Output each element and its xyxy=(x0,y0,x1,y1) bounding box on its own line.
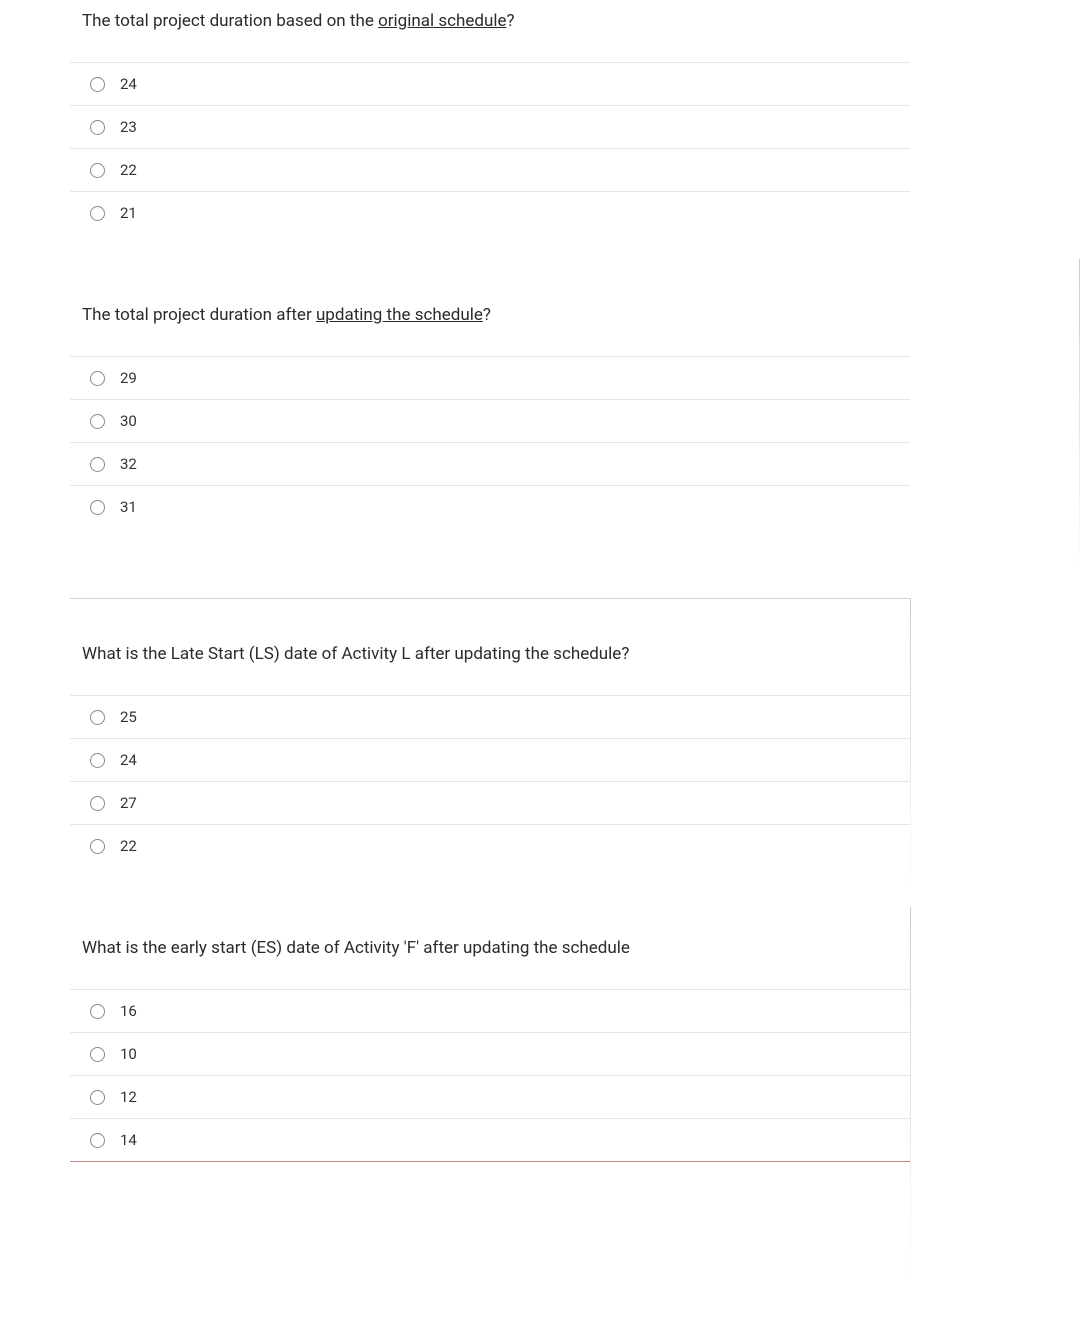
question-1-option-3[interactable]: 22 xyxy=(70,149,910,192)
question-2-options: 29 30 32 31 xyxy=(70,356,910,528)
option-label: 10 xyxy=(120,1045,137,1063)
question-4-option-1[interactable]: 16 xyxy=(70,990,910,1033)
option-label: 32 xyxy=(120,455,137,473)
question-3-prefix: What is the Late Start (LS) date of Acti… xyxy=(82,644,629,664)
question-1-prefix: The total project duration based on the xyxy=(82,11,378,31)
question-2-option-2[interactable]: 30 xyxy=(70,400,910,443)
question-2-suffix: ? xyxy=(483,305,491,325)
option-label: 22 xyxy=(120,161,137,179)
radio-icon xyxy=(90,1004,105,1019)
question-2-option-4[interactable]: 31 xyxy=(70,486,910,528)
divider-vertical xyxy=(910,907,911,1287)
radio-icon xyxy=(90,1090,105,1105)
option-label: 16 xyxy=(120,1002,137,1020)
option-label: 14 xyxy=(120,1131,137,1149)
radio-icon xyxy=(90,457,105,472)
option-label: 12 xyxy=(120,1088,137,1106)
divider-vertical xyxy=(910,598,911,898)
question-2-option-1[interactable]: 29 xyxy=(70,357,910,400)
question-1-option-2[interactable]: 23 xyxy=(70,106,910,149)
radio-icon xyxy=(90,710,105,725)
question-3-option-4[interactable]: 22 xyxy=(70,825,910,867)
question-1-underline: original schedule xyxy=(378,11,506,31)
radio-icon xyxy=(90,77,105,92)
option-label: 29 xyxy=(120,369,137,387)
radio-icon xyxy=(90,796,105,811)
question-2-prefix: The total project duration after xyxy=(82,305,316,325)
option-label: 25 xyxy=(120,708,137,726)
question-3-option-1[interactable]: 25 xyxy=(70,696,910,739)
radio-icon xyxy=(90,839,105,854)
question-1-text: The total project duration based on the … xyxy=(82,10,910,32)
radio-icon xyxy=(90,371,105,386)
option-label: 24 xyxy=(120,75,137,93)
question-1-options: 24 23 22 21 xyxy=(70,62,910,234)
option-label: 31 xyxy=(120,498,137,516)
question-3: What is the Late Start (LS) date of Acti… xyxy=(70,598,910,867)
question-2-underline: updating the schedule xyxy=(316,305,483,325)
question-3-options: 25 24 27 22 xyxy=(70,695,910,867)
question-1: The total project duration based on the … xyxy=(70,0,910,234)
question-4-prefix: What is the early start (ES) date of Act… xyxy=(82,938,630,958)
question-4-options: 16 10 12 14 xyxy=(70,989,910,1162)
option-label: 27 xyxy=(120,794,137,812)
radio-icon xyxy=(90,163,105,178)
option-label: 24 xyxy=(120,751,137,769)
radio-icon xyxy=(90,120,105,135)
question-4-option-4[interactable]: 14 xyxy=(70,1119,910,1162)
option-label: 30 xyxy=(120,412,137,430)
radio-icon xyxy=(90,206,105,221)
question-3-option-3[interactable]: 27 xyxy=(70,782,910,825)
option-label: 22 xyxy=(120,837,137,855)
question-4-option-2[interactable]: 10 xyxy=(70,1033,910,1076)
question-4-text: What is the early start (ES) date of Act… xyxy=(82,937,910,959)
question-1-option-1[interactable]: 24 xyxy=(70,63,910,106)
radio-icon xyxy=(90,414,105,429)
question-1-suffix: ? xyxy=(506,11,514,31)
option-label: 23 xyxy=(120,118,137,136)
question-4: What is the early start (ES) date of Act… xyxy=(70,937,910,1162)
radio-icon xyxy=(90,753,105,768)
question-2-text: The total project duration after updatin… xyxy=(82,304,910,326)
radio-icon xyxy=(90,500,105,515)
question-1-option-4[interactable]: 21 xyxy=(70,192,910,234)
question-4-option-3[interactable]: 12 xyxy=(70,1076,910,1119)
radio-icon xyxy=(90,1047,105,1062)
question-2-option-3[interactable]: 32 xyxy=(70,443,910,486)
question-3-text: What is the Late Start (LS) date of Acti… xyxy=(82,643,910,665)
radio-icon xyxy=(90,1133,105,1148)
question-2: The total project duration after updatin… xyxy=(70,304,910,528)
option-label: 21 xyxy=(120,204,137,222)
question-3-option-2[interactable]: 24 xyxy=(70,739,910,782)
